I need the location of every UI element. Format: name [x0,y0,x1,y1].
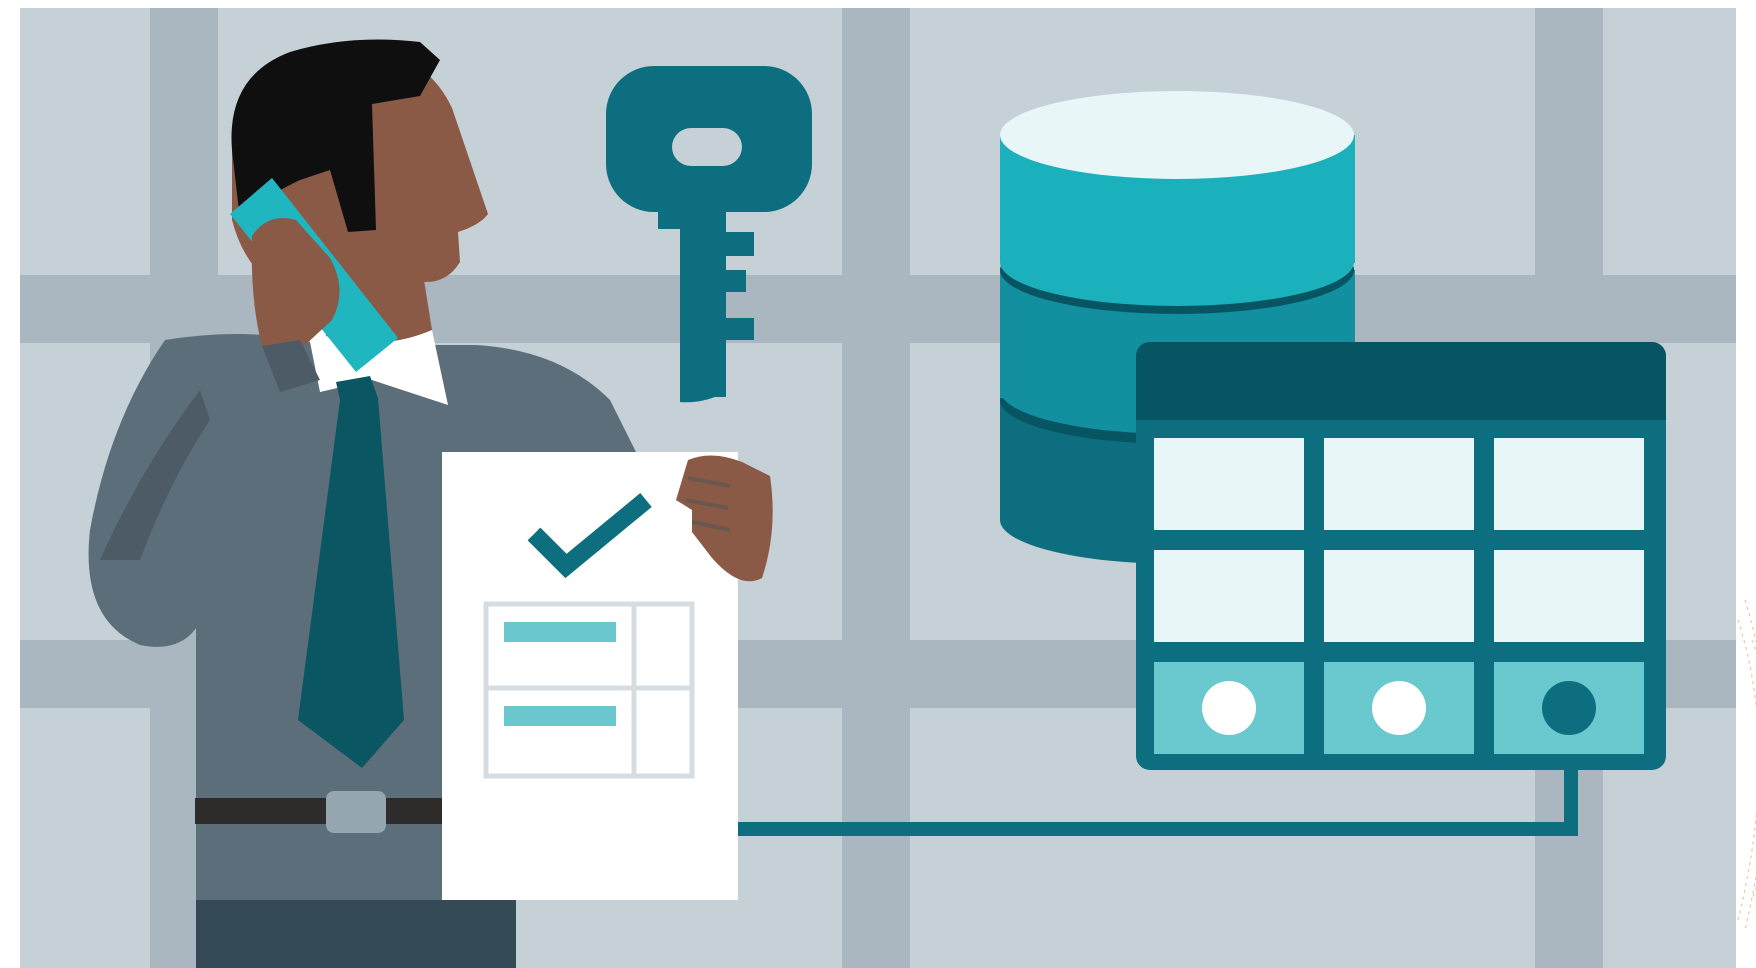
table-cell [1324,550,1474,642]
table-cell [1154,550,1304,642]
table-marker [1372,681,1426,735]
table-cell [1494,438,1644,530]
table-marker [1202,681,1256,735]
table-cells [1154,438,1644,754]
document-checklist [442,452,773,900]
table-cell [1324,438,1474,530]
table-cell [1494,550,1644,642]
data-table-icon [1136,342,1666,770]
table-marker [1542,681,1596,735]
illustration-stage [0,0,1756,968]
database-security-illustration [0,0,1756,968]
table-cell [1154,438,1304,530]
